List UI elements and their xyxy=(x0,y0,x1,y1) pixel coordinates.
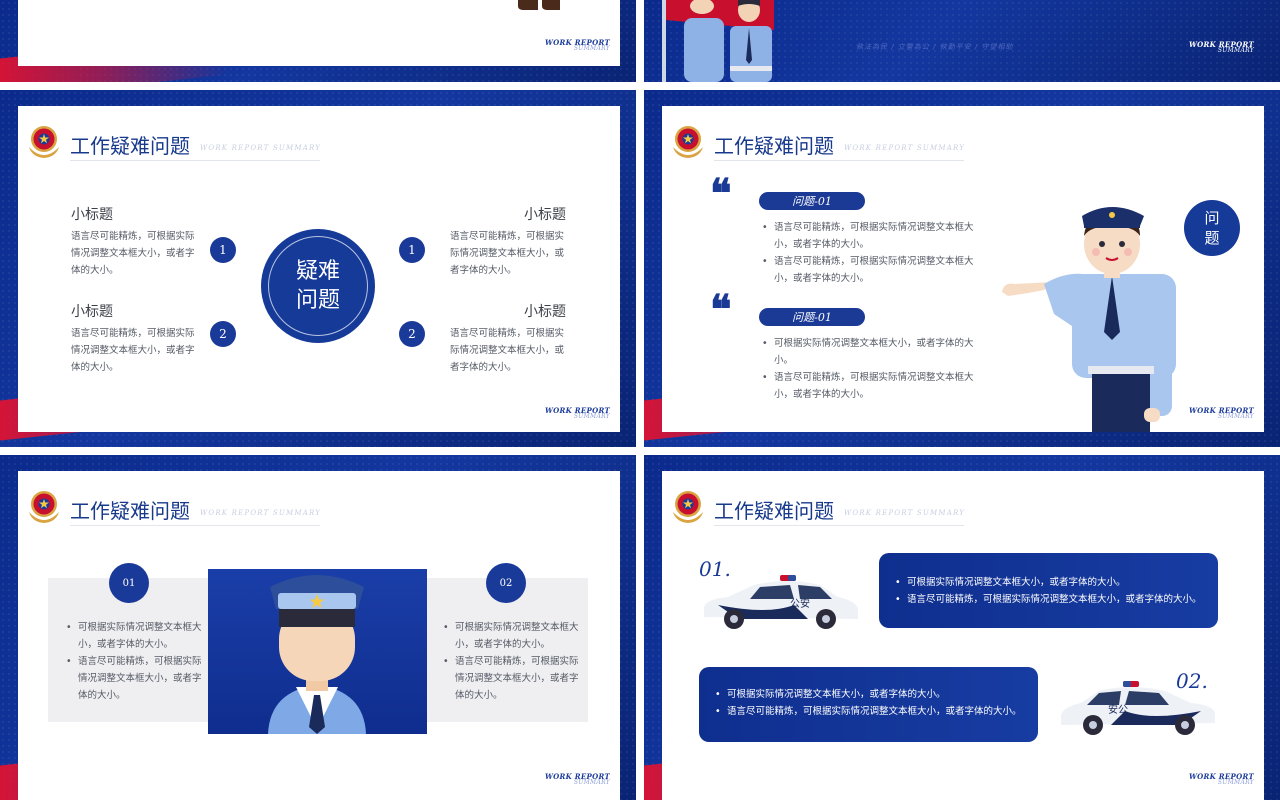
police-emblem-icon xyxy=(673,126,703,158)
work-report-mark: WORK REPORT SUMMARY xyxy=(545,773,610,786)
policewoman-illustration xyxy=(1002,207,1176,432)
bullet-item: 可根据实际情况调整文本框大小，或者字体的大小。 xyxy=(441,619,581,653)
center-text-1: 疑难 xyxy=(295,259,340,284)
bullet-list: 可根据实际情况调整文本框大小，或者字体的大小。 语言尽可能精炼，可根据实际情况调… xyxy=(441,619,581,704)
quote-icon: ❝ xyxy=(710,170,732,217)
question-label: 问题-01 xyxy=(759,308,865,326)
info-panel: 可根据实际情况调整文本框大小，或者字体的大小。 语言尽可能精炼，可根据实际情况调… xyxy=(699,667,1038,742)
page-subtitle: WORK REPORT SUMMARY xyxy=(844,144,966,152)
car-text: 公安 xyxy=(790,597,810,610)
page-title: 工作疑难问题 xyxy=(714,134,834,158)
slide-5[interactable]: 工作疑难问题 WORK REPORT SUMMARY 01 可根据实际情况调整文… xyxy=(0,455,636,800)
police-car-icon: 公安 xyxy=(704,575,858,629)
work-report-mark: WORK REPORT SUMMARY xyxy=(1189,407,1254,420)
badge-text-1: 问 xyxy=(1204,209,1220,227)
header-divider xyxy=(714,160,964,161)
slide-5-card: 工作疑难问题 WORK REPORT SUMMARY 01 可根据实际情况调整文… xyxy=(18,471,620,800)
left-item-2: 小标题 语言尽可能精炼，可根据实际情况调整文本框大小，或者字体的大小。 xyxy=(71,301,196,376)
header-divider xyxy=(70,160,320,161)
number-badge: 2 xyxy=(399,321,425,347)
bullet-list: 可根据实际情况调整文本框大小，或者字体的大小。 语言尽可能精炼，可根据实际情况调… xyxy=(64,619,204,704)
item-heading: 小标题 xyxy=(524,304,566,320)
number-badge: 01 xyxy=(109,563,149,603)
right-item-1: 小标题 语言尽可能精炼，可根据实际情况调整文本框大小，或者字体的大小。 xyxy=(450,204,566,279)
police-emblem-icon xyxy=(29,126,59,158)
number-badge: 02 xyxy=(486,563,526,603)
bullet-item: 语言尽可能精炼，可根据实际情况调整文本框大小，或者字体的大小。 xyxy=(760,219,992,253)
bullet-item: 语言尽可能精炼，可根据实际情况调整文本框大小，或者字体的大小。 xyxy=(893,591,1204,608)
slide-1[interactable]: WORK REPORT SUMMARY xyxy=(0,0,636,82)
slide-header: 工作疑难问题 WORK REPORT SUMMARY xyxy=(26,121,326,166)
item-text: 语言尽可能精炼，可根据实际情况调整文本框大小，或者字体的大小。 xyxy=(71,328,195,373)
question-label: 问题-01 xyxy=(759,192,865,210)
police-avatar-icon xyxy=(268,575,366,734)
slide-1-card: WORK REPORT SUMMARY xyxy=(18,0,620,66)
bullet-item: 可根据实际情况调整文本框大小，或者字体的大小。 xyxy=(64,619,204,653)
bullet-list: 可根据实际情况调整文本框大小，或者字体的大小。 语言尽可能精炼，可根据实际情况调… xyxy=(713,686,1024,720)
quote-icon: ❝ xyxy=(710,286,732,333)
bullet-item: 语言尽可能精炼，可根据实际情况调整文本框大小，或者字体的大小。 xyxy=(64,653,204,704)
police-avatar-panel xyxy=(208,569,427,734)
item-heading: 小标题 xyxy=(71,207,113,223)
police-boots-illustration xyxy=(518,0,560,10)
police-emblem-icon xyxy=(29,491,59,523)
bullet-item: 语言尽可能精炼，可根据实际情况调整文本框大小，或者字体的大小。 xyxy=(760,369,992,403)
slogan: 執法為民 / 立警為公 / 執勤平安 / 守望相助 xyxy=(856,43,1014,51)
header-divider xyxy=(714,525,964,526)
bullet-item: 语言尽可能精炼，可根据实际情况调整文本框大小，或者字体的大小。 xyxy=(713,703,1024,720)
info-panel: 可根据实际情况调整文本框大小，或者字体的大小。 语言尽可能精炼，可根据实际情况调… xyxy=(879,553,1218,628)
page-title: 工作疑难问题 xyxy=(70,134,190,158)
badge-text-2: 题 xyxy=(1204,229,1220,247)
page-subtitle: WORK REPORT SUMMARY xyxy=(844,509,966,517)
page-title: 工作疑难问题 xyxy=(70,499,190,523)
bullet-item: 可根据实际情况调整文本框大小，或者字体的大小。 xyxy=(713,686,1024,703)
page-title: 工作疑难问题 xyxy=(714,499,834,523)
police-emblem-icon xyxy=(673,491,703,523)
bullet-list: 可根据实际情况调整文本框大小，或者字体的大小。 语言尽可能精炼，可根据实际情况调… xyxy=(893,574,1204,608)
item-heading: 小标题 xyxy=(71,304,113,320)
bullet-list: 可根据实际情况调整文本框大小，或者字体的大小。 语言尽可能精炼，可根据实际情况调… xyxy=(760,335,992,403)
bullet-item: 语言尽可能精炼，可根据实际情况调整文本框大小，或者字体的大小。 xyxy=(760,253,992,287)
left-item-1: 小标题 语言尽可能精炼，可根据实际情况调整文本框大小，或者字体的大小。 xyxy=(71,204,196,279)
bullet-item: 可根据实际情况调整文本框大小，或者字体的大小。 xyxy=(760,335,992,369)
slide-2[interactable]: 執法為民 / 立警為公 / 執勤平安 / 守望相助 WORK REPORT SU… xyxy=(644,0,1280,82)
item-text: 语言尽可能精炼，可根据实际情况调整文本框大小，或者字体的大小。 xyxy=(450,231,565,276)
page-subtitle: WORK REPORT SUMMARY xyxy=(200,144,322,152)
item-text: 语言尽可能精炼，可根据实际情况调整文本框大小，或者字体的大小。 xyxy=(450,328,565,373)
number-badge: 1 xyxy=(210,237,236,263)
work-report-mark: WORK REPORT SUMMARY xyxy=(545,407,610,420)
slide-header: 工作疑难问题 WORK REPORT SUMMARY xyxy=(670,121,970,166)
slide-3[interactable]: 工作疑难问题 WORK REPORT SUMMARY 疑难 问题 小标题 语言尽… xyxy=(0,90,636,447)
bullet-item: 可根据实际情况调整文本框大小，或者字体的大小。 xyxy=(893,574,1204,591)
question-badge: 问 题 xyxy=(1184,200,1240,256)
work-report-mark: WORK REPORT SUMMARY xyxy=(545,39,610,52)
slide-4-card: 工作疑难问题 WORK REPORT SUMMARY ❝ 问题-01 语言尽可能… xyxy=(662,106,1264,432)
work-report-mark: WORK REPORT SUMMARY xyxy=(1189,41,1254,54)
slide-header: 工作疑难问题 WORK REPORT SUMMARY xyxy=(670,486,970,531)
slide-6[interactable]: 工作疑难问题 WORK REPORT SUMMARY 01. 公安 可根据实际情… xyxy=(644,455,1280,800)
center-circle: 疑难 问题 xyxy=(261,229,375,343)
work-report-mark: WORK REPORT SUMMARY xyxy=(1189,773,1254,786)
item-heading: 小标题 xyxy=(524,207,566,223)
bullet-item: 语言尽可能精炼，可根据实际情况调整文本框大小，或者字体的大小。 xyxy=(441,653,581,704)
header-divider xyxy=(70,525,320,526)
number-badge: 2 xyxy=(210,321,236,347)
number-badge: 1 xyxy=(399,237,425,263)
slide-4[interactable]: 工作疑难问题 WORK REPORT SUMMARY ❝ 问题-01 语言尽可能… xyxy=(644,90,1280,447)
item-text: 语言尽可能精炼，可根据实际情况调整文本框大小，或者字体的大小。 xyxy=(71,231,195,276)
right-item-2: 小标题 语言尽可能精炼，可根据实际情况调整文本框大小，或者字体的大小。 xyxy=(450,301,566,376)
saluting-police-illustration xyxy=(662,0,774,82)
police-car-icon: 安公 xyxy=(1061,681,1215,735)
car-text: 安公 xyxy=(1108,703,1128,716)
bullet-list: 语言尽可能精炼，可根据实际情况调整文本框大小，或者字体的大小。 语言尽可能精炼，… xyxy=(760,219,992,287)
slide-3-card: 工作疑难问题 WORK REPORT SUMMARY 疑难 问题 小标题 语言尽… xyxy=(18,106,620,432)
page-subtitle: WORK REPORT SUMMARY xyxy=(200,509,322,517)
center-text-2: 问题 xyxy=(295,288,340,313)
slide-header: 工作疑难问题 WORK REPORT SUMMARY xyxy=(26,486,326,531)
slide-6-card: 工作疑难问题 WORK REPORT SUMMARY 01. 公安 可根据实际情… xyxy=(662,471,1264,800)
